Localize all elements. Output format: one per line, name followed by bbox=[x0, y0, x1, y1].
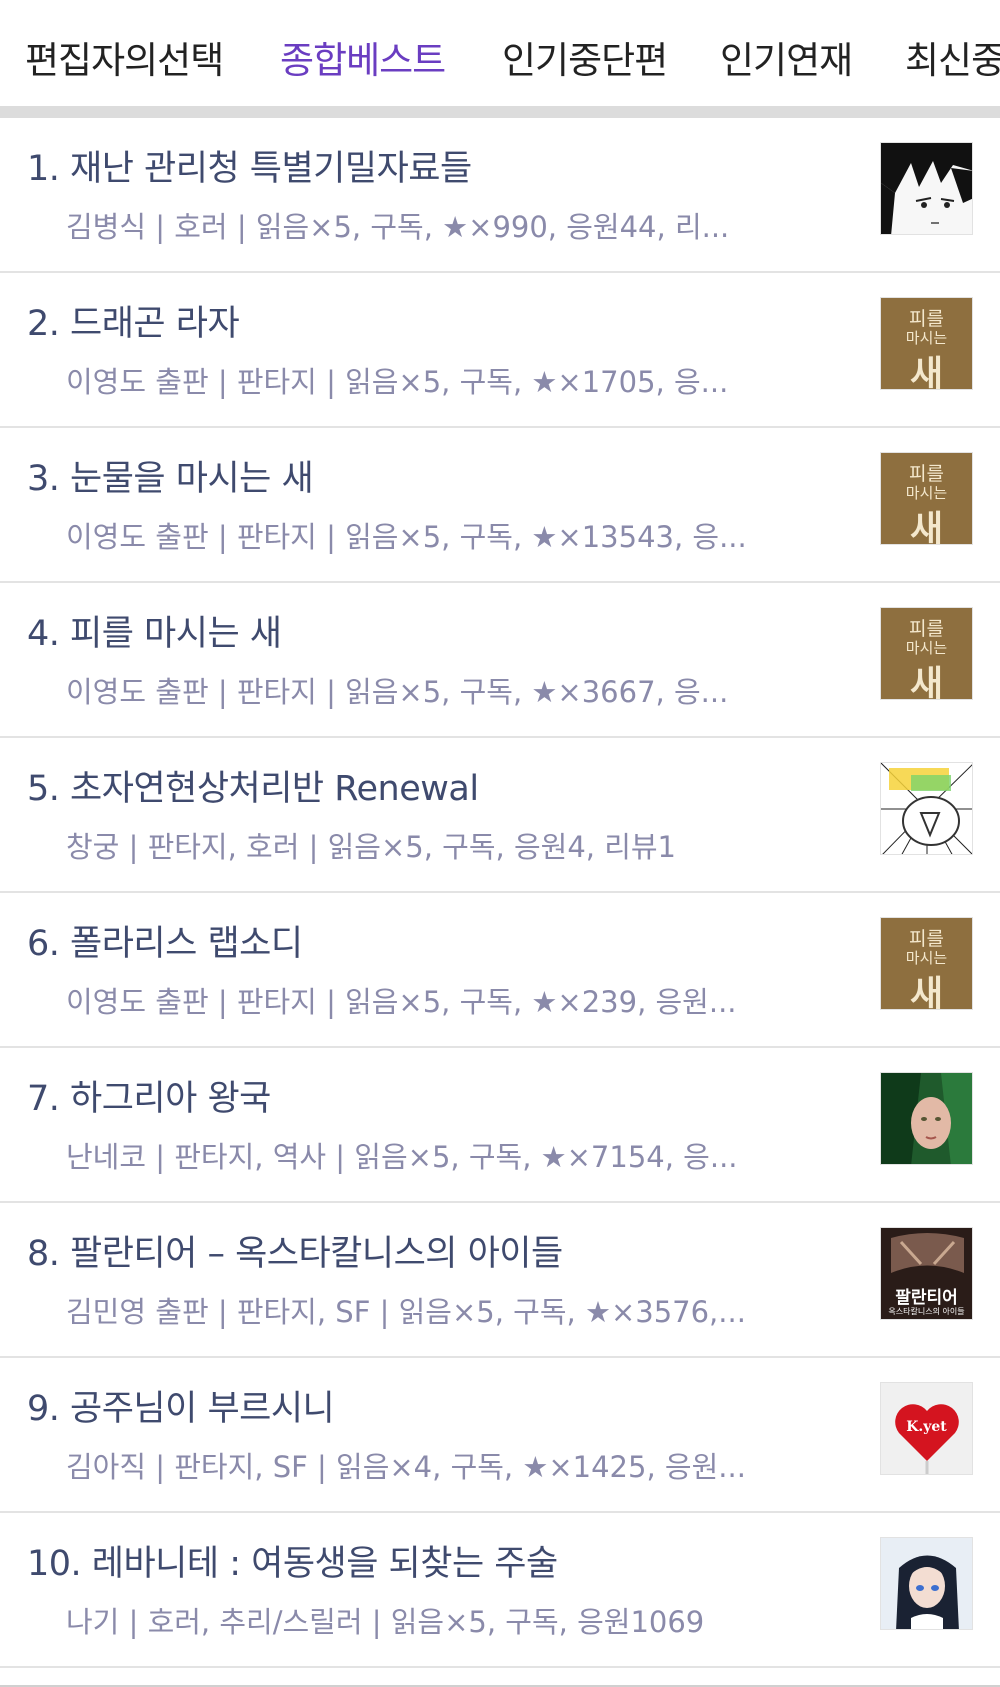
tab-popular-serial[interactable]: 인기연재 bbox=[720, 30, 853, 84]
item-title[interactable]: 4. 피를 마시는 새 bbox=[27, 605, 282, 656]
anime-girl-thumbnail[interactable] bbox=[880, 1537, 973, 1630]
tab-bar: 편집자의선택 종합베스트 인기중단편 인기연재 최신중 bbox=[0, 0, 1000, 118]
book-cover-thumbnail[interactable]: 피를 마시는 새 bbox=[880, 917, 973, 1010]
item-title[interactable]: 1. 재난 관리청 특별기밀자료들 bbox=[27, 140, 472, 191]
ranking-list: 1. 재난 관리청 특별기밀자료들 김병식 | 호러 | 읽음×5, 구독, ★… bbox=[0, 118, 1000, 1668]
list-item[interactable]: 6. 폴라리스 랩소디 이영도 출판 | 판타지 | 읽음×5, 구독, ★×2… bbox=[0, 893, 1000, 1048]
cover-text: 새 bbox=[909, 508, 944, 545]
portrait-thumbnail[interactable] bbox=[880, 1072, 973, 1165]
cover-text: 옥스타칼니스의 아이들 bbox=[888, 1307, 965, 1316]
palantir-cover-thumbnail[interactable]: 팔란티어 옥스타칼니스의 아이들 bbox=[880, 1227, 973, 1320]
cover-text: 새 bbox=[909, 353, 944, 390]
list-item[interactable]: 7. 하그리아 왕국 난네코 | 판타지, 역사 | 읽음×5, 구독, ★×7… bbox=[0, 1048, 1000, 1203]
list-item[interactable]: 1. 재난 관리청 특별기밀자료들 김병식 | 호러 | 읽음×5, 구독, ★… bbox=[0, 118, 1000, 273]
list-item[interactable]: 9. 공주님이 부르시니 김아직 | 판타지, SF | 읽음×4, 구독, ★… bbox=[0, 1358, 1000, 1513]
list-item[interactable]: 5. 초자연현상처리반 Renewal 창궁 | 판타지, 호러 | 읽음×5,… bbox=[0, 738, 1000, 893]
cover-text: 새 bbox=[909, 973, 944, 1010]
heart-lollipop-thumbnail[interactable]: K.yet bbox=[880, 1382, 973, 1475]
tab-overall-best[interactable]: 종합베스트 bbox=[280, 30, 446, 84]
tab-latest[interactable]: 최신중 bbox=[905, 30, 1000, 84]
list-item[interactable]: 2. 드래곤 라자 이영도 출판 | 판타지 | 읽음×5, 구독, ★×170… bbox=[0, 273, 1000, 428]
item-meta: 창궁 | 판타지, 호러 | 읽음×5, 구독, 응원4, 리뷰1 bbox=[66, 830, 677, 864]
item-meta: 나기 | 호러, 추리/스릴러 | 읽음×5, 구독, 응원1069 bbox=[66, 1605, 705, 1639]
book-cover-thumbnail[interactable]: 피를 마시는 새 bbox=[880, 297, 973, 390]
item-meta: 이영도 출판 | 판타지 | 읽음×5, 구독, ★×13543, 응... bbox=[66, 520, 747, 554]
list-item[interactable]: 3. 눈물을 마시는 새 이영도 출판 | 판타지 | 읽음×5, 구독, ★×… bbox=[0, 428, 1000, 583]
item-title[interactable]: 10. 레바니테 : 여동생을 되찾는 주술 bbox=[27, 1535, 558, 1586]
item-meta: 이영도 출판 | 판타지 | 읽음×5, 구독, ★×1705, 응... bbox=[66, 365, 729, 399]
item-title[interactable]: 9. 공주님이 부르시니 bbox=[27, 1380, 335, 1431]
item-title[interactable]: 3. 눈물을 마시는 새 bbox=[27, 450, 314, 501]
list-item[interactable]: 10. 레바니테 : 여동생을 되찾는 주술 나기 | 호러, 추리/스릴러 |… bbox=[0, 1513, 1000, 1668]
cover-text: 팔란티어 bbox=[895, 1288, 958, 1308]
item-meta: 김민영 출판 | 판타지, SF | 읽음×5, 구독, ★×3576,... bbox=[66, 1295, 746, 1329]
item-meta: 난네코 | 판타지, 역사 | 읽음×5, 구독, ★×7154, 응... bbox=[66, 1140, 738, 1174]
item-title[interactable]: 6. 폴라리스 랩소디 bbox=[27, 915, 303, 966]
tab-editors-choice[interactable]: 편집자의선택 bbox=[25, 30, 224, 84]
list-item[interactable]: 8. 팔란티어 – 옥스타칼니스의 아이들 김민영 출판 | 판타지, SF |… bbox=[0, 1203, 1000, 1358]
item-title[interactable]: 8. 팔란티어 – 옥스타칼니스의 아이들 bbox=[27, 1225, 563, 1276]
book-cover-thumbnail[interactable]: 피를 마시는 새 bbox=[880, 452, 973, 545]
item-title[interactable]: 7. 하그리아 왕국 bbox=[27, 1070, 271, 1121]
tab-popular-short[interactable]: 인기중단편 bbox=[502, 30, 668, 84]
book-cover-thumbnail[interactable]: 피를 마시는 새 bbox=[880, 607, 973, 700]
item-meta: 이영도 출판 | 판타지 | 읽음×5, 구독, ★×3667, 응... bbox=[66, 675, 729, 709]
active-tab-indicator bbox=[280, 106, 447, 118]
item-meta: 김병식 | 호러 | 읽음×5, 구독, ★×990, 응원44, 리... bbox=[66, 210, 730, 244]
manga-face-thumbnail[interactable] bbox=[880, 142, 973, 235]
cover-text: K.yet bbox=[906, 1419, 947, 1435]
item-title[interactable]: 2. 드래곤 라자 bbox=[27, 295, 240, 346]
item-meta: 김아직 | 판타지, SF | 읽음×4, 구독, ★×1425, 응원... bbox=[66, 1450, 746, 1484]
cartoon-ghost-thumbnail[interactable] bbox=[880, 762, 973, 855]
list-item[interactable]: 4. 피를 마시는 새 이영도 출판 | 판타지 | 읽음×5, 구독, ★×3… bbox=[0, 583, 1000, 738]
cover-text: 새 bbox=[909, 663, 944, 700]
item-meta: 이영도 출판 | 판타지 | 읽음×5, 구독, ★×239, 응원... bbox=[66, 985, 737, 1019]
item-title[interactable]: 5. 초자연현상처리반 Renewal bbox=[27, 760, 479, 811]
